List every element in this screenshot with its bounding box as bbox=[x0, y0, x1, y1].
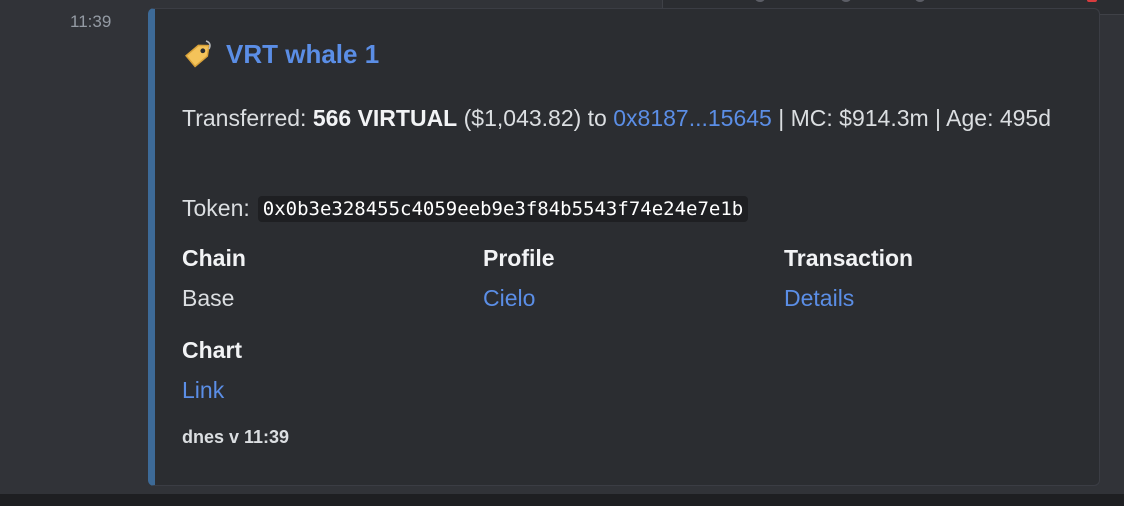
token-address-code: 0x0b3e328455c4059eeb9e3f84b5543f74e24e7e… bbox=[257, 195, 749, 222]
embed-title-row: VRT whale 1 bbox=[182, 37, 379, 71]
field-name: Profile bbox=[483, 245, 555, 271]
field-transaction: Transaction Details bbox=[784, 243, 913, 313]
field-name: Chain bbox=[182, 245, 246, 271]
transaction-details-link[interactable]: Details bbox=[784, 283, 913, 313]
field-value: Base bbox=[182, 285, 235, 311]
field-chart: Chart Link bbox=[182, 335, 242, 405]
field-profile: Profile Cielo bbox=[483, 243, 555, 313]
embed-footer: dnes v 11:39 bbox=[182, 427, 290, 447]
desc-suffix: | MC: $914.3m | Age: 495d bbox=[771, 105, 1052, 131]
recipient-address-link[interactable]: 0x8187...15645 bbox=[613, 105, 772, 131]
popover-icon[interactable] bbox=[755, 0, 765, 2]
message-timestamp[interactable]: 11:39 bbox=[70, 12, 111, 32]
field-chain: Chain Base bbox=[182, 243, 246, 313]
profile-link[interactable]: Cielo bbox=[483, 283, 555, 313]
transfer-amount: 566 VIRTUAL bbox=[312, 105, 458, 131]
token-label: Token: bbox=[182, 195, 250, 221]
chart-link[interactable]: Link bbox=[182, 375, 242, 405]
embed-title[interactable]: VRT whale 1 bbox=[226, 39, 379, 70]
tag-icon bbox=[182, 37, 216, 71]
embed-description: Transferred: 566 VIRTUAL ($1,043.82) to … bbox=[182, 101, 1062, 135]
popover-icon[interactable] bbox=[915, 0, 925, 2]
bottom-divider bbox=[0, 494, 1124, 506]
field-name: Transaction bbox=[784, 245, 914, 271]
transfer-usd: ($1,043.82) to bbox=[457, 105, 614, 131]
popover-red-icon[interactable] bbox=[1087, 0, 1097, 2]
desc-prefix: Transferred: bbox=[182, 105, 313, 131]
field-name: Chart bbox=[182, 337, 243, 363]
message-embed: VRT whale 1 Transferred: 566 VIRTUAL ($1… bbox=[148, 8, 1100, 486]
popover-icon[interactable] bbox=[841, 0, 851, 2]
token-line: Token: 0x0b3e328455c4059eeb9e3f84b5543f7… bbox=[182, 195, 749, 222]
discord-message-view: 11:39 VRT whale 1 Transferred: 566 VIRTU… bbox=[0, 0, 1124, 506]
